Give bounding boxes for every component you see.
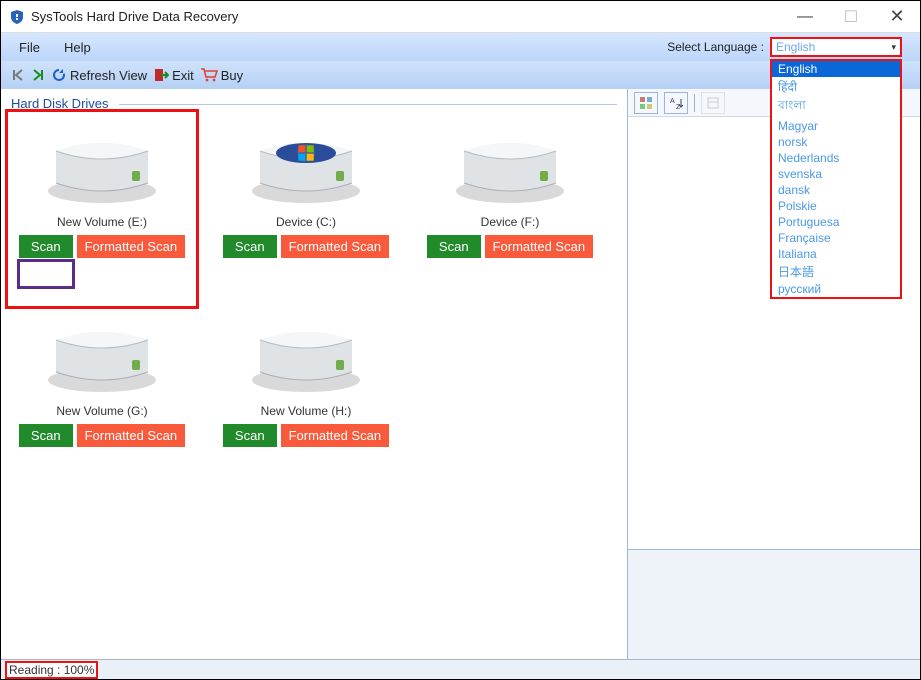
svg-text:Z: Z <box>676 104 681 110</box>
nav-forward-button[interactable] <box>31 68 45 82</box>
drive-buttons: ScanFormatted Scan <box>427 235 593 258</box>
drive-card[interactable]: Device (F:)ScanFormatted Scan <box>417 113 603 258</box>
maximize-button[interactable]: ☐ <box>828 1 874 33</box>
drive-label: Device (F:) <box>481 215 540 229</box>
app-logo-icon <box>9 9 25 25</box>
cart-icon <box>200 67 218 83</box>
app-window: SysTools Hard Drive Data Recovery — ☐ ✕ … <box>0 0 921 680</box>
language-option[interactable]: English <box>772 61 900 77</box>
menu-file[interactable]: File <box>19 40 40 55</box>
language-dropdown[interactable]: EnglishहिंदीবাংলাMagyarnorskNederlandssv… <box>770 59 902 299</box>
formatted-scan-button[interactable]: Formatted Scan <box>485 235 594 258</box>
language-selected: English <box>776 40 815 54</box>
drive-label: New Volume (E:) <box>57 215 147 229</box>
scan-button[interactable]: Scan <box>223 424 277 447</box>
window-controls: — ☐ ✕ <box>782 1 920 33</box>
language-option[interactable]: norsk <box>772 134 900 150</box>
status-reading: Reading : 100% <box>5 661 98 679</box>
formatted-scan-button[interactable]: Formatted Scan <box>281 235 390 258</box>
language-option[interactable]: Italiana <box>772 246 900 262</box>
window-title: SysTools Hard Drive Data Recovery <box>31 9 238 24</box>
language-select[interactable]: English ▾ <box>770 37 902 57</box>
drive-buttons: ScanFormatted Scan <box>223 424 389 447</box>
language-option[interactable]: dansk <box>772 182 900 198</box>
drive-icon <box>246 302 366 398</box>
drive-card[interactable]: Device (C:) ScanFormatted Scan <box>213 113 399 258</box>
refresh-button[interactable]: Refresh View <box>51 67 147 83</box>
titlebar: SysTools Hard Drive Data Recovery — ☐ ✕ <box>1 1 920 33</box>
menubar: File Help Select Language : English ▾ En… <box>1 33 920 61</box>
drive-card[interactable]: New Volume (G:) ScanFormatted Scan <box>9 302 195 447</box>
formatted-scan-button[interactable]: Formatted Scan <box>77 424 186 447</box>
drive-buttons: ScanFormatted Scan <box>19 424 185 447</box>
alphabetical-view-button[interactable]: AZ <box>664 92 688 114</box>
property-pages-button <box>701 92 725 114</box>
drive-label: Device (C:) <box>276 215 336 229</box>
language-option[interactable]: 日本語 <box>772 262 900 281</box>
drive-buttons: ScanFormatted Scan <box>19 235 185 258</box>
language-option[interactable]: svenska <box>772 166 900 182</box>
drives-panel: Hard Disk Drives New Volume (E:)ScanForm… <box>1 89 628 659</box>
language-label: Select Language : <box>667 40 764 54</box>
exit-icon <box>153 67 169 83</box>
close-button[interactable]: ✕ <box>874 1 920 33</box>
panel-header: Hard Disk Drives <box>1 89 627 107</box>
formatted-scan-button[interactable]: Formatted Scan <box>77 235 186 258</box>
buy-button[interactable]: Buy <box>200 67 243 83</box>
language-option[interactable]: Française <box>772 230 900 246</box>
drive-icon <box>450 113 570 209</box>
chevron-down-icon: ▾ <box>891 42 896 53</box>
statusbar: Reading : 100% <box>1 659 920 679</box>
formatted-scan-button[interactable]: Formatted Scan <box>281 424 390 447</box>
minimize-button[interactable]: — <box>782 1 828 33</box>
drive-icon <box>246 113 366 209</box>
scan-button[interactable]: Scan <box>223 235 277 258</box>
language-option[interactable]: Magyar <box>772 118 900 134</box>
preview-pane <box>628 549 920 659</box>
drive-label: New Volume (H:) <box>261 404 352 418</box>
drive-icon <box>42 302 162 398</box>
exit-button[interactable]: Exit <box>153 67 194 83</box>
language-area: Select Language : English ▾ <box>667 37 902 57</box>
nav-back-button[interactable] <box>11 68 25 82</box>
drive-card[interactable]: New Volume (H:) ScanFormatted Scan <box>213 302 399 447</box>
drive-card[interactable]: New Volume (E:) ScanFormatted Scan <box>9 113 195 258</box>
language-option[interactable]: Polskie <box>772 198 900 214</box>
scan-button[interactable]: Scan <box>19 424 73 447</box>
drive-icon <box>42 113 162 209</box>
scan-button[interactable]: Scan <box>427 235 481 258</box>
menu-help[interactable]: Help <box>64 40 91 55</box>
language-option[interactable]: русский <box>772 281 900 297</box>
scan-button[interactable]: Scan <box>19 235 73 258</box>
drives-grid: New Volume (E:)ScanFormatted ScanDevice … <box>1 107 627 659</box>
svg-text:A: A <box>670 98 675 105</box>
language-option[interactable]: Portuguesa <box>772 214 900 230</box>
categorized-view-button[interactable] <box>634 92 658 114</box>
language-option[interactable]: हिंदी <box>772 77 900 96</box>
language-option[interactable]: বাংলা <box>772 96 900 118</box>
drive-label: New Volume (G:) <box>56 404 147 418</box>
language-option[interactable]: Nederlands <box>772 150 900 166</box>
drive-buttons: ScanFormatted Scan <box>223 235 389 258</box>
refresh-icon <box>51 67 67 83</box>
highlight-purple <box>17 259 75 289</box>
